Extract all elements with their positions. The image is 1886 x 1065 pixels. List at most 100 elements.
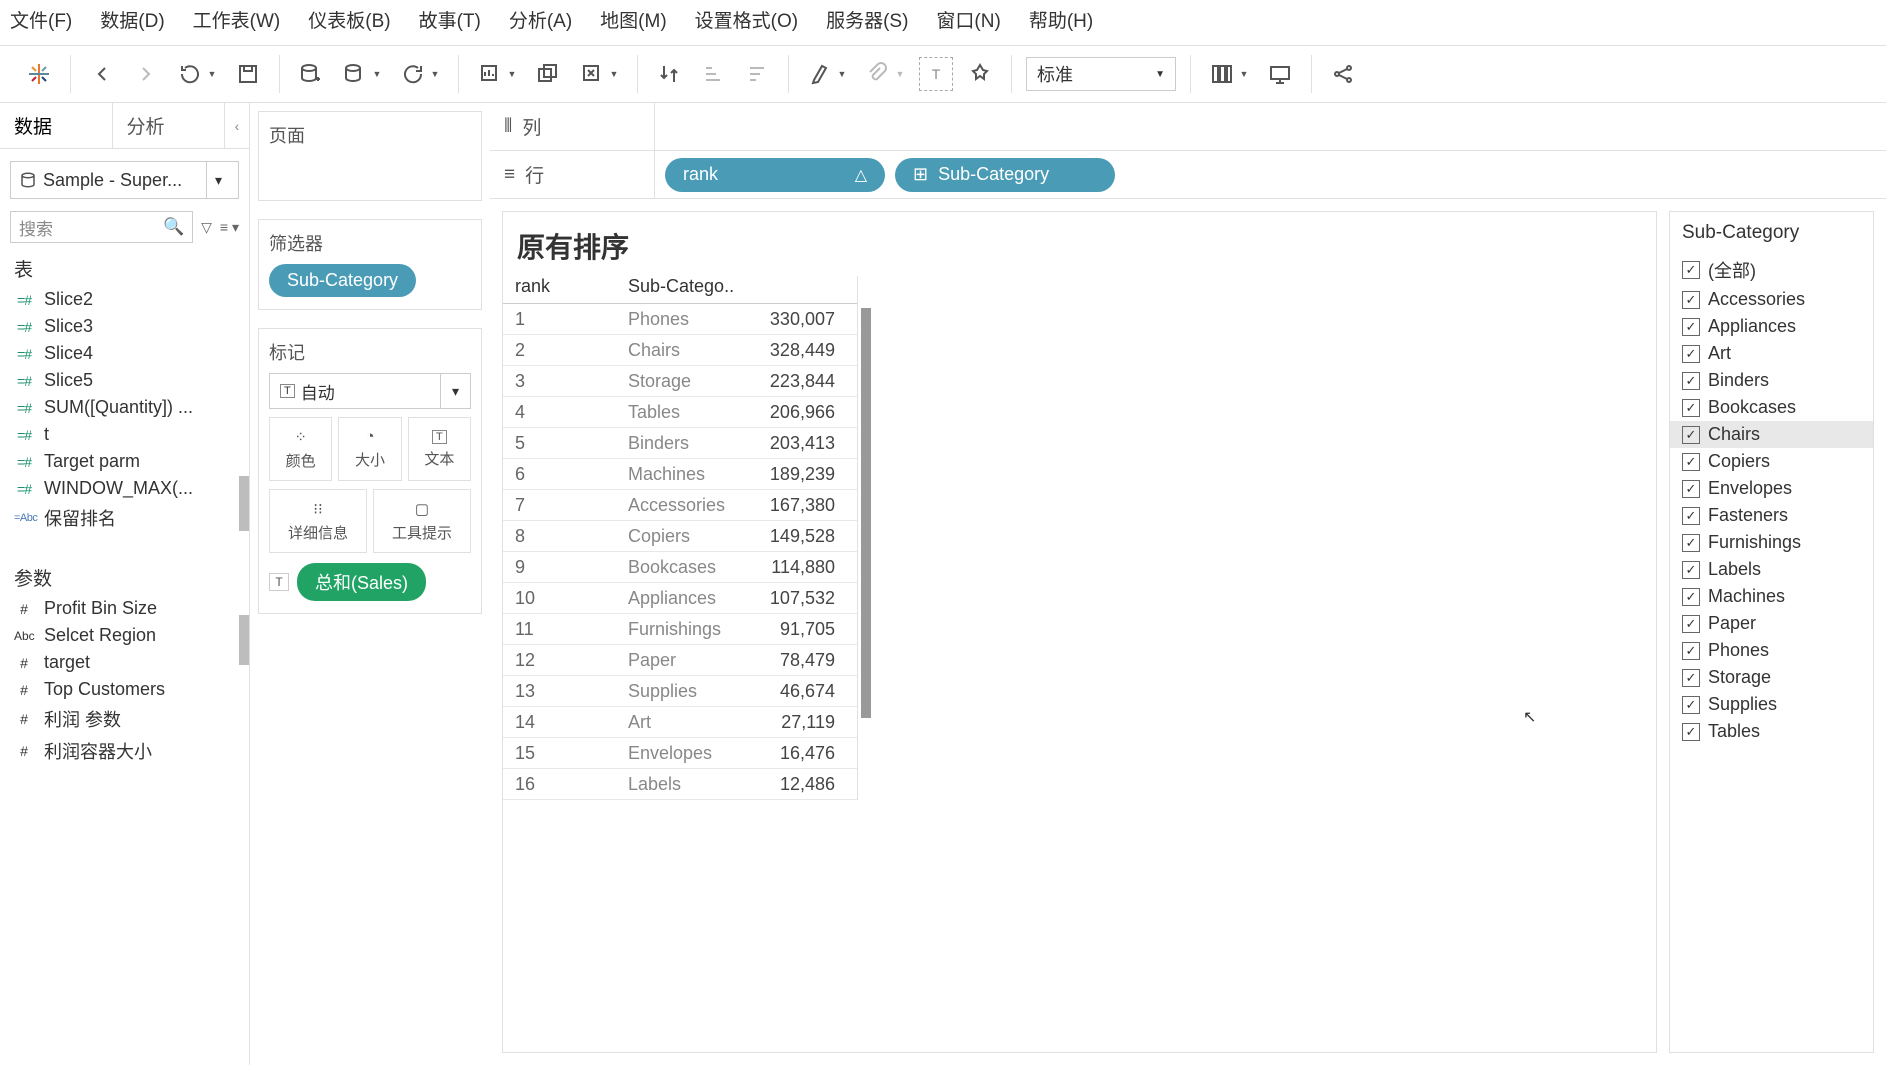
filter-checkbox-row[interactable]: ✓Furnishings	[1682, 529, 1861, 556]
tab-analysis[interactable]: 分析	[113, 103, 226, 148]
table-row[interactable]: 1Phones330,007	[503, 304, 857, 335]
filter-checkbox-row[interactable]: ✓Labels	[1682, 556, 1861, 583]
scrollbar-thumb[interactable]	[861, 308, 871, 718]
menu-item[interactable]: 数据(D)	[100, 6, 164, 33]
table-row[interactable]: 13Supplies46,674	[503, 676, 857, 707]
field-item[interactable]: SUM([Quantity]) ...	[0, 394, 249, 421]
filter-checkbox-row[interactable]: ✓Paper	[1682, 610, 1861, 637]
clear-button[interactable]: ▼	[575, 57, 623, 91]
view-options-icon[interactable]: ≡ ▾	[220, 219, 239, 236]
table-row[interactable]: 7Accessories167,380	[503, 490, 857, 521]
menu-item[interactable]: 工作表(W)	[193, 6, 281, 33]
table-row[interactable]: 14Art27,119	[503, 707, 857, 738]
tab-data[interactable]: 数据	[0, 103, 113, 148]
shelf-pill[interactable]: rank△	[665, 158, 885, 192]
new-worksheet-button[interactable]: ▼	[473, 57, 521, 91]
duplicate-button[interactable]	[531, 57, 565, 91]
new-datasource-button[interactable]	[294, 57, 328, 91]
param-item[interactable]: 利润容器大小	[0, 735, 249, 767]
filter-checkbox-row[interactable]: ✓Appliances	[1682, 313, 1861, 340]
show-cards-button[interactable]: ▼	[1205, 57, 1253, 91]
field-item[interactable]: Slice2	[0, 286, 249, 313]
filter-checkbox-row[interactable]: ✓Copiers	[1682, 448, 1861, 475]
menu-item[interactable]: 文件(F)	[10, 6, 72, 33]
col-header-subcategory[interactable]: Sub-Catego..	[628, 276, 748, 297]
filter-checkbox-row[interactable]: ✓Fasteners	[1682, 502, 1861, 529]
datasource-selector[interactable]: Sample - Super... ▾	[10, 161, 239, 199]
sort-asc-button[interactable]	[696, 57, 730, 91]
redo-button[interactable]	[129, 57, 163, 91]
menu-item[interactable]: 地图(M)	[600, 6, 666, 33]
save-button[interactable]	[231, 57, 265, 91]
filter-checkbox-row[interactable]: ✓Bookcases	[1682, 394, 1861, 421]
filter-icon[interactable]: ▽	[201, 219, 212, 236]
table-row[interactable]: 2Chairs328,449	[503, 335, 857, 366]
table-row[interactable]: 5Binders203,413	[503, 428, 857, 459]
filter-checkbox-row[interactable]: ✓Storage	[1682, 664, 1861, 691]
mark-size-button[interactable]: ◔大小	[338, 417, 401, 481]
filter-checkbox-row[interactable]: ✓Machines	[1682, 583, 1861, 610]
share-button[interactable]	[1326, 57, 1360, 91]
filter-checkbox-row[interactable]: ✓Accessories	[1682, 286, 1861, 313]
fit-dropdown[interactable]: 标准 ▼	[1026, 57, 1176, 91]
swap-button[interactable]	[652, 57, 686, 91]
tableau-logo-icon[interactable]	[22, 57, 56, 91]
mark-detail-button[interactable]: ⁝⁝详细信息	[269, 489, 367, 553]
text-pill-sum-sales[interactable]: 总和(Sales)	[297, 563, 426, 601]
table-row[interactable]: 15Envelopes16,476	[503, 738, 857, 769]
table-row[interactable]: 4Tables206,966	[503, 397, 857, 428]
param-item[interactable]: Top Customers	[0, 676, 249, 703]
field-item[interactable]: Slice5	[0, 367, 249, 394]
menu-item[interactable]: 仪表板(B)	[308, 6, 390, 33]
table-row[interactable]: 8Copiers149,528	[503, 521, 857, 552]
filter-checkbox-row[interactable]: ✓Envelopes	[1682, 475, 1861, 502]
param-item[interactable]: Selcet Region	[0, 622, 249, 649]
field-item[interactable]: t	[0, 421, 249, 448]
scrollbar-thumb[interactable]	[239, 476, 249, 531]
mark-text-button[interactable]: T文本	[408, 417, 471, 481]
table-row[interactable]: 3Storage223,844	[503, 366, 857, 397]
filter-checkbox-row[interactable]: ✓Chairs	[1670, 421, 1873, 448]
sort-desc-button[interactable]	[740, 57, 774, 91]
revert-button[interactable]: ▼	[173, 57, 221, 91]
columns-shelf[interactable]: ⦀列	[490, 103, 1886, 151]
filter-checkbox-row[interactable]: ✓(全部)	[1682, 254, 1861, 286]
mark-type-selector[interactable]: T自动 ▾	[269, 373, 471, 409]
table-row[interactable]: 9Bookcases114,880	[503, 552, 857, 583]
menu-item[interactable]: 设置格式(O)	[695, 6, 798, 33]
shelf-pill[interactable]: ⊞Sub-Category	[895, 158, 1115, 192]
rows-shelf[interactable]: ≡行 rank△⊞Sub-Category	[490, 151, 1886, 199]
presentation-button[interactable]	[1263, 57, 1297, 91]
field-item[interactable]: 保留排名	[0, 502, 249, 534]
search-input[interactable]: 搜索 🔍	[10, 211, 193, 243]
menu-item[interactable]: 故事(T)	[419, 6, 481, 33]
table-row[interactable]: 10Appliances107,532	[503, 583, 857, 614]
param-item[interactable]: 利润 参数	[0, 703, 249, 735]
menu-item[interactable]: 帮助(H)	[1029, 6, 1093, 33]
attach-button[interactable]: ▼	[861, 57, 909, 91]
collapse-pane-icon[interactable]: ‹	[225, 103, 249, 148]
table-row[interactable]: 12Paper78,479	[503, 645, 857, 676]
filter-checkbox-row[interactable]: ✓Tables	[1682, 718, 1861, 745]
sheet-title[interactable]: 原有排序	[503, 226, 1656, 276]
undo-button[interactable]	[85, 57, 119, 91]
highlight-button[interactable]: ▼	[803, 57, 851, 91]
table-row[interactable]: 6Machines189,239	[503, 459, 857, 490]
scrollbar-thumb[interactable]	[239, 615, 249, 665]
filter-checkbox-row[interactable]: ✓Binders	[1682, 367, 1861, 394]
filter-checkbox-row[interactable]: ✓Supplies	[1682, 691, 1861, 718]
col-header-rank[interactable]: rank	[503, 276, 628, 297]
pin-button[interactable]	[963, 57, 997, 91]
table-row[interactable]: 16Labels12,486	[503, 769, 857, 800]
mark-tooltip-button[interactable]: ▢工具提示	[373, 489, 471, 553]
refresh-button[interactable]: ▼	[396, 57, 444, 91]
field-item[interactable]: WINDOW_MAX(...	[0, 475, 249, 502]
totals-button[interactable]: T	[919, 57, 953, 91]
menu-item[interactable]: 分析(A)	[509, 6, 572, 33]
pause-updates-button[interactable]: ▼	[338, 57, 386, 91]
param-item[interactable]: target	[0, 649, 249, 676]
mark-color-button[interactable]: ⁘颜色	[269, 417, 332, 481]
filter-checkbox-row[interactable]: ✓Art	[1682, 340, 1861, 367]
filter-pill-subcategory[interactable]: Sub-Category	[269, 264, 416, 297]
field-item[interactable]: Slice4	[0, 340, 249, 367]
